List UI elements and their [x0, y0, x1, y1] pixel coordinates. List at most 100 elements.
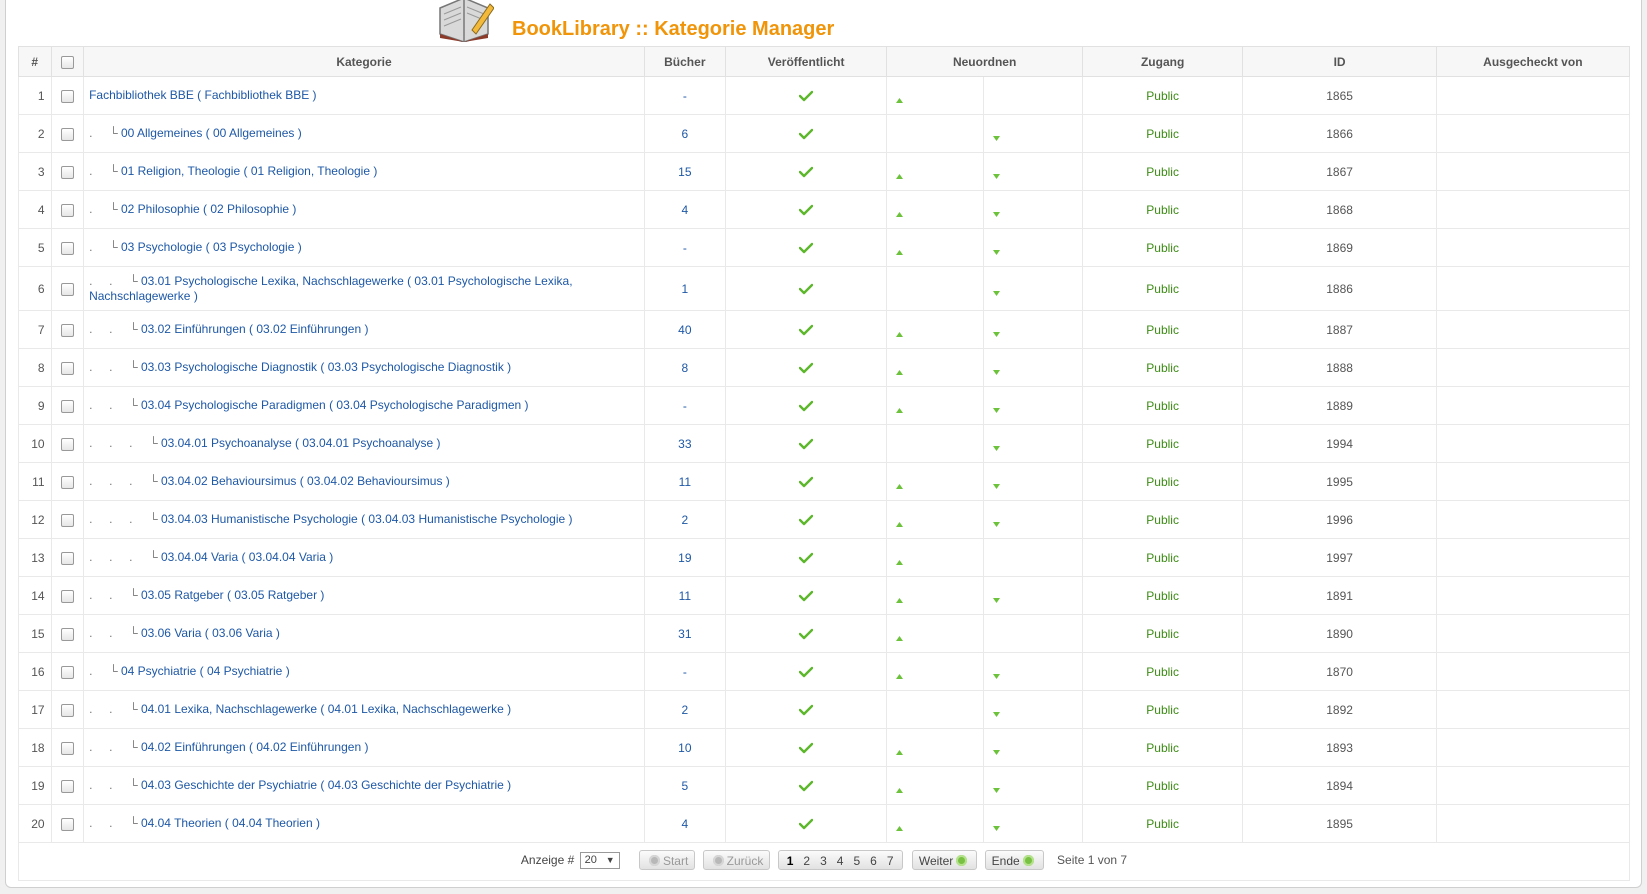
category-link[interactable]: Fachbibliothek BBE ( Fachbibliothek BBE …	[89, 88, 316, 102]
arrow-down-icon[interactable]	[992, 783, 1001, 793]
arrow-up-icon[interactable]	[895, 821, 904, 831]
arrow-up-icon[interactable]	[895, 327, 904, 337]
row-checkbox[interactable]	[60, 817, 74, 831]
arrow-up-icon[interactable]	[895, 783, 904, 793]
row-checkbox[interactable]	[60, 241, 74, 255]
access-level[interactable]: Public	[1081, 500, 1244, 539]
book-count[interactable]: -	[643, 228, 726, 267]
arrow-down-icon[interactable]	[992, 517, 1001, 527]
row-checkbox[interactable]	[60, 127, 74, 141]
row-checkbox[interactable]	[60, 437, 74, 451]
arrow-up-icon[interactable]	[895, 555, 904, 565]
check-icon[interactable]	[798, 324, 814, 336]
arrow-down-icon[interactable]	[992, 207, 1001, 217]
access-level[interactable]: Public	[1081, 228, 1244, 267]
arrow-down-icon[interactable]	[992, 286, 1001, 296]
category-link[interactable]: 03.01 Psychologische Lexika, Nachschlage…	[89, 274, 572, 303]
check-icon[interactable]	[798, 476, 814, 488]
page-link[interactable]: 4	[837, 854, 844, 868]
row-checkbox[interactable]	[60, 779, 74, 793]
book-count[interactable]: 2	[643, 690, 726, 729]
arrow-down-icon[interactable]	[992, 441, 1001, 451]
arrow-down-icon[interactable]	[992, 245, 1001, 255]
arrow-up-icon[interactable]	[895, 745, 904, 755]
arrow-up-icon[interactable]	[895, 93, 904, 103]
check-icon[interactable]	[798, 666, 814, 678]
book-count[interactable]: 11	[643, 576, 726, 615]
check-icon[interactable]	[798, 552, 814, 564]
book-count[interactable]: 10	[643, 728, 726, 767]
check-icon[interactable]	[798, 704, 814, 716]
row-checkbox[interactable]	[60, 323, 74, 337]
category-link[interactable]: 04.01 Lexika, Nachschlagewerke ( 04.01 L…	[141, 702, 511, 716]
check-icon[interactable]	[798, 283, 814, 295]
check-icon[interactable]	[798, 590, 814, 602]
category-link[interactable]: 04.03 Geschichte der Psychiatrie ( 04.03…	[141, 778, 511, 792]
row-checkbox[interactable]	[60, 89, 74, 103]
col-buecher[interactable]: Bücher	[643, 46, 726, 77]
row-checkbox[interactable]	[60, 513, 74, 527]
page-link[interactable]: 7	[887, 854, 894, 868]
check-icon[interactable]	[798, 514, 814, 526]
row-checkbox[interactable]	[60, 589, 74, 603]
book-count[interactable]: 1	[643, 266, 726, 311]
row-checkbox[interactable]	[60, 282, 74, 296]
access-level[interactable]: Public	[1081, 266, 1244, 311]
row-checkbox[interactable]	[60, 399, 74, 413]
col-id[interactable]: ID	[1242, 46, 1437, 77]
access-level[interactable]: Public	[1081, 804, 1244, 843]
arrow-down-icon[interactable]	[992, 327, 1001, 337]
category-link[interactable]: 03.02 Einführungen ( 03.02 Einführungen …	[141, 322, 369, 336]
arrow-up-icon[interactable]	[895, 593, 904, 603]
arrow-up-icon[interactable]	[895, 207, 904, 217]
access-level[interactable]: Public	[1081, 728, 1244, 767]
book-count[interactable]: 15	[643, 152, 726, 191]
arrow-down-icon[interactable]	[992, 131, 1001, 141]
page-link[interactable]: 1	[787, 854, 794, 868]
check-icon[interactable]	[798, 204, 814, 216]
arrow-down-icon[interactable]	[992, 403, 1001, 413]
arrow-down-icon[interactable]	[992, 669, 1001, 679]
book-count[interactable]: 6	[643, 114, 726, 153]
check-icon[interactable]	[798, 90, 814, 102]
check-icon[interactable]	[798, 818, 814, 830]
book-count[interactable]: 11	[643, 462, 726, 501]
category-link[interactable]: 04 Psychiatrie ( 04 Psychiatrie )	[121, 664, 290, 678]
book-count[interactable]: -	[643, 652, 726, 691]
category-link[interactable]: 03.05 Ratgeber ( 03.05 Ratgeber )	[141, 588, 324, 602]
arrow-up-icon[interactable]	[895, 669, 904, 679]
col-kategorie[interactable]: Kategorie	[83, 46, 645, 77]
arrow-up-icon[interactable]	[895, 365, 904, 375]
category-link[interactable]: 03.03 Psychologische Diagnostik ( 03.03 …	[141, 360, 511, 374]
book-count[interactable]: 31	[643, 614, 726, 653]
check-icon[interactable]	[798, 400, 814, 412]
arrow-up-icon[interactable]	[895, 403, 904, 413]
book-count[interactable]: 40	[643, 310, 726, 349]
arrow-down-icon[interactable]	[992, 593, 1001, 603]
category-link[interactable]: 03.04.01 Psychoanalyse ( 03.04.01 Psycho…	[161, 436, 441, 450]
category-link[interactable]: 02 Philosophie ( 02 Philosophie )	[121, 202, 296, 216]
access-level[interactable]: Public	[1081, 462, 1244, 501]
access-level[interactable]: Public	[1081, 190, 1244, 229]
book-count[interactable]: 19	[643, 538, 726, 577]
access-level[interactable]: Public	[1081, 424, 1244, 463]
arrow-up-icon[interactable]	[895, 517, 904, 527]
arrow-down-icon[interactable]	[992, 365, 1001, 375]
row-checkbox[interactable]	[60, 665, 74, 679]
row-checkbox[interactable]	[60, 551, 74, 565]
arrow-down-icon[interactable]	[992, 745, 1001, 755]
arrow-up-icon[interactable]	[895, 245, 904, 255]
page-link[interactable]: 2	[803, 854, 810, 868]
access-level[interactable]: Public	[1081, 386, 1244, 425]
access-level[interactable]: Public	[1081, 652, 1244, 691]
limit-select[interactable]: 20 ▼	[579, 851, 620, 869]
category-link[interactable]: 03.04.03 Humanistische Psychologie ( 03.…	[161, 512, 573, 526]
access-level[interactable]: Public	[1081, 766, 1244, 805]
category-link[interactable]: 03 Psychologie ( 03 Psychologie )	[121, 240, 302, 254]
page-link[interactable]: 3	[820, 854, 827, 868]
book-count[interactable]: 33	[643, 424, 726, 463]
next-button[interactable]: Weiter	[911, 850, 978, 870]
check-icon[interactable]	[798, 166, 814, 178]
book-count[interactable]: 5	[643, 766, 726, 805]
arrow-up-icon[interactable]	[895, 169, 904, 179]
